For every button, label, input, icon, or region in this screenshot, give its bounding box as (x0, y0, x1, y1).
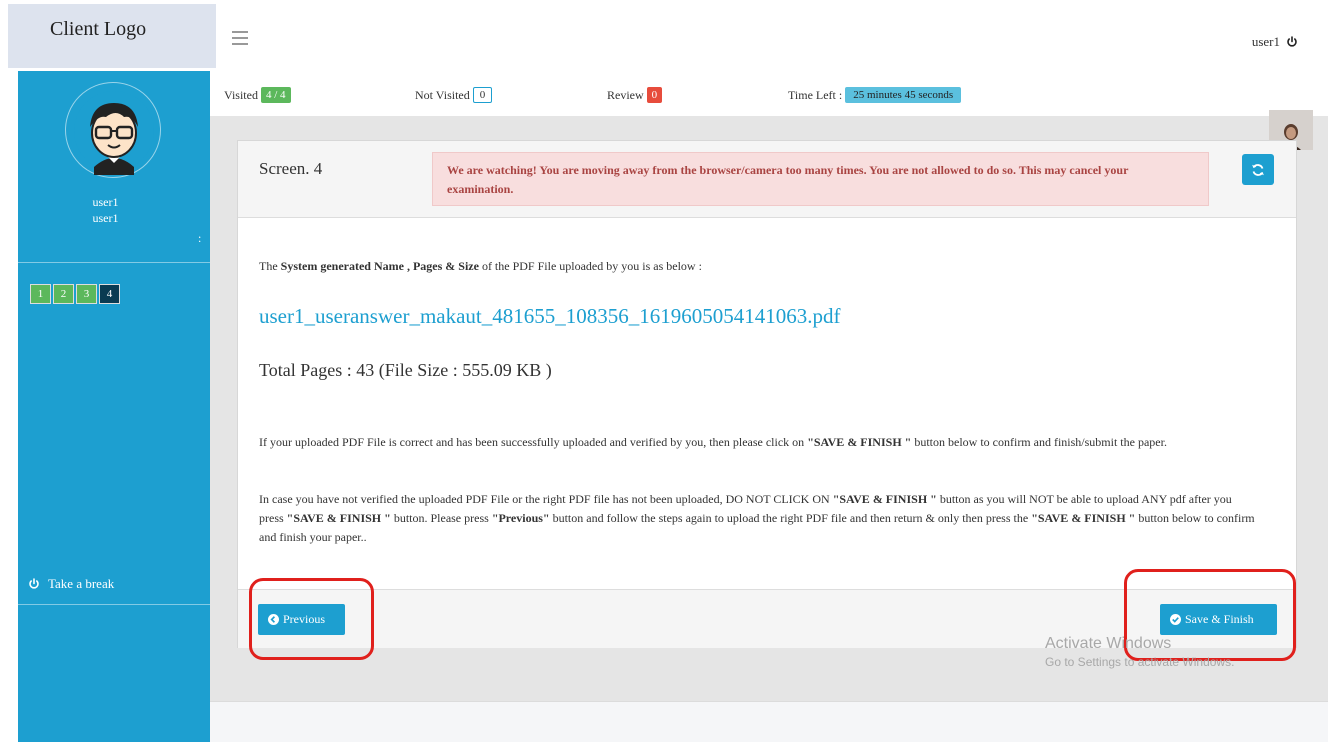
time-left-label: Time Left : (788, 87, 843, 102)
power-icon[interactable] (1286, 36, 1298, 48)
refresh-icon (1252, 163, 1264, 176)
sidebar-user-id: user1 (92, 211, 119, 225)
sidebar-user-name: user1 (92, 195, 119, 209)
hamburger-menu-icon[interactable] (232, 31, 248, 45)
instruction-text: If your uploaded PDF File is correct and… (259, 435, 808, 449)
instruction-bold: "SAVE & FINISH " (286, 511, 391, 525)
instruction-bold: "SAVE & FINISH " (1031, 511, 1136, 525)
question-button-2[interactable]: 2 (53, 284, 74, 304)
instruction-bold: "SAVE & FINISH " (832, 492, 937, 506)
user-name: user1 (1251, 34, 1280, 49)
not-visited-label: Not Visited (415, 87, 470, 102)
avatar-icon (74, 91, 154, 175)
review-badge: 0 (646, 87, 663, 103)
page-title: Screen. 4 (259, 159, 323, 178)
instruction-text: button below to confirm and finish/submi… (911, 435, 1167, 449)
sidebar: user1 user1 : 1 2 3 4 Take a break (18, 71, 210, 742)
file-info-intro: The System generated Name , Pages & Size… (259, 259, 1259, 274)
uploaded-file-name: user1_useranswer_makaut_481655_108356_16… (259, 304, 841, 328)
visited-label: Visited (224, 87, 258, 102)
time-left-status: Time Left : 25 minutes 45 seconds (788, 87, 962, 103)
time-left-badge: 25 minutes 45 seconds (845, 87, 962, 103)
review-status: Review 0 (607, 87, 663, 103)
avatar (65, 82, 161, 178)
power-icon (29, 578, 39, 589)
question-navigator: 1 2 3 4 (30, 284, 120, 304)
panel-header: Screen. 4 We are watching! You are movin… (238, 141, 1296, 218)
not-visited-status: Not Visited 0 (415, 87, 493, 103)
visited-status: Visited 4 / 4 (224, 87, 291, 103)
confirm-instructions: If your uploaded PDF File is correct and… (259, 433, 1259, 452)
instruction-text: button. Please press (390, 511, 492, 525)
question-button-4[interactable]: 4 (99, 284, 120, 304)
sidebar-colon: : (198, 231, 202, 245)
intro-text: The (259, 259, 281, 273)
user-menu[interactable]: user1 (1252, 34, 1298, 50)
total-pages: Total Pages : 43 (File Size : 555.09 KB … (259, 360, 552, 380)
take-a-break-button[interactable]: Take a break (28, 576, 114, 592)
client-logo: Client Logo (8, 4, 216, 68)
visited-badge: 4 / 4 (260, 87, 291, 103)
status-bar: Visited 4 / 4 Not Visited 0 Review 0 Tim… (210, 80, 1328, 110)
instruction-text: In case you have not verified the upload… (259, 492, 833, 506)
intro-text-suffix: of the PDF File uploaded by you is as be… (478, 259, 702, 273)
instruction-bold: "SAVE & FINISH " (807, 435, 912, 449)
page-footer (210, 701, 1328, 742)
annotation-circle-previous (249, 578, 374, 660)
not-visited-badge: 0 (472, 87, 493, 103)
sidebar-divider-bottom (18, 604, 210, 605)
instruction-text: button and follow the steps again to upl… (549, 511, 1032, 525)
instruction-bold: "Previous" (491, 511, 550, 525)
question-button-3[interactable]: 3 (76, 284, 97, 304)
watermark-subtitle: Go to Settings to activate Windows. (1045, 655, 1235, 669)
refresh-button[interactable] (1242, 154, 1274, 185)
sidebar-divider (18, 262, 210, 263)
question-button-1[interactable]: 1 (30, 284, 51, 304)
activate-windows-watermark: Activate Windows Go to Settings to activ… (1045, 635, 1234, 669)
intro-bold-text: System generated Name , Pages & Size (280, 259, 479, 273)
watermark-title: Activate Windows (1045, 635, 1172, 652)
review-label: Review (607, 87, 644, 102)
take-a-break-label: Take a break (48, 576, 115, 591)
warning-instructions: In case you have not verified the upload… (259, 490, 1259, 547)
warning-alert: We are watching! You are moving away fro… (432, 152, 1209, 206)
